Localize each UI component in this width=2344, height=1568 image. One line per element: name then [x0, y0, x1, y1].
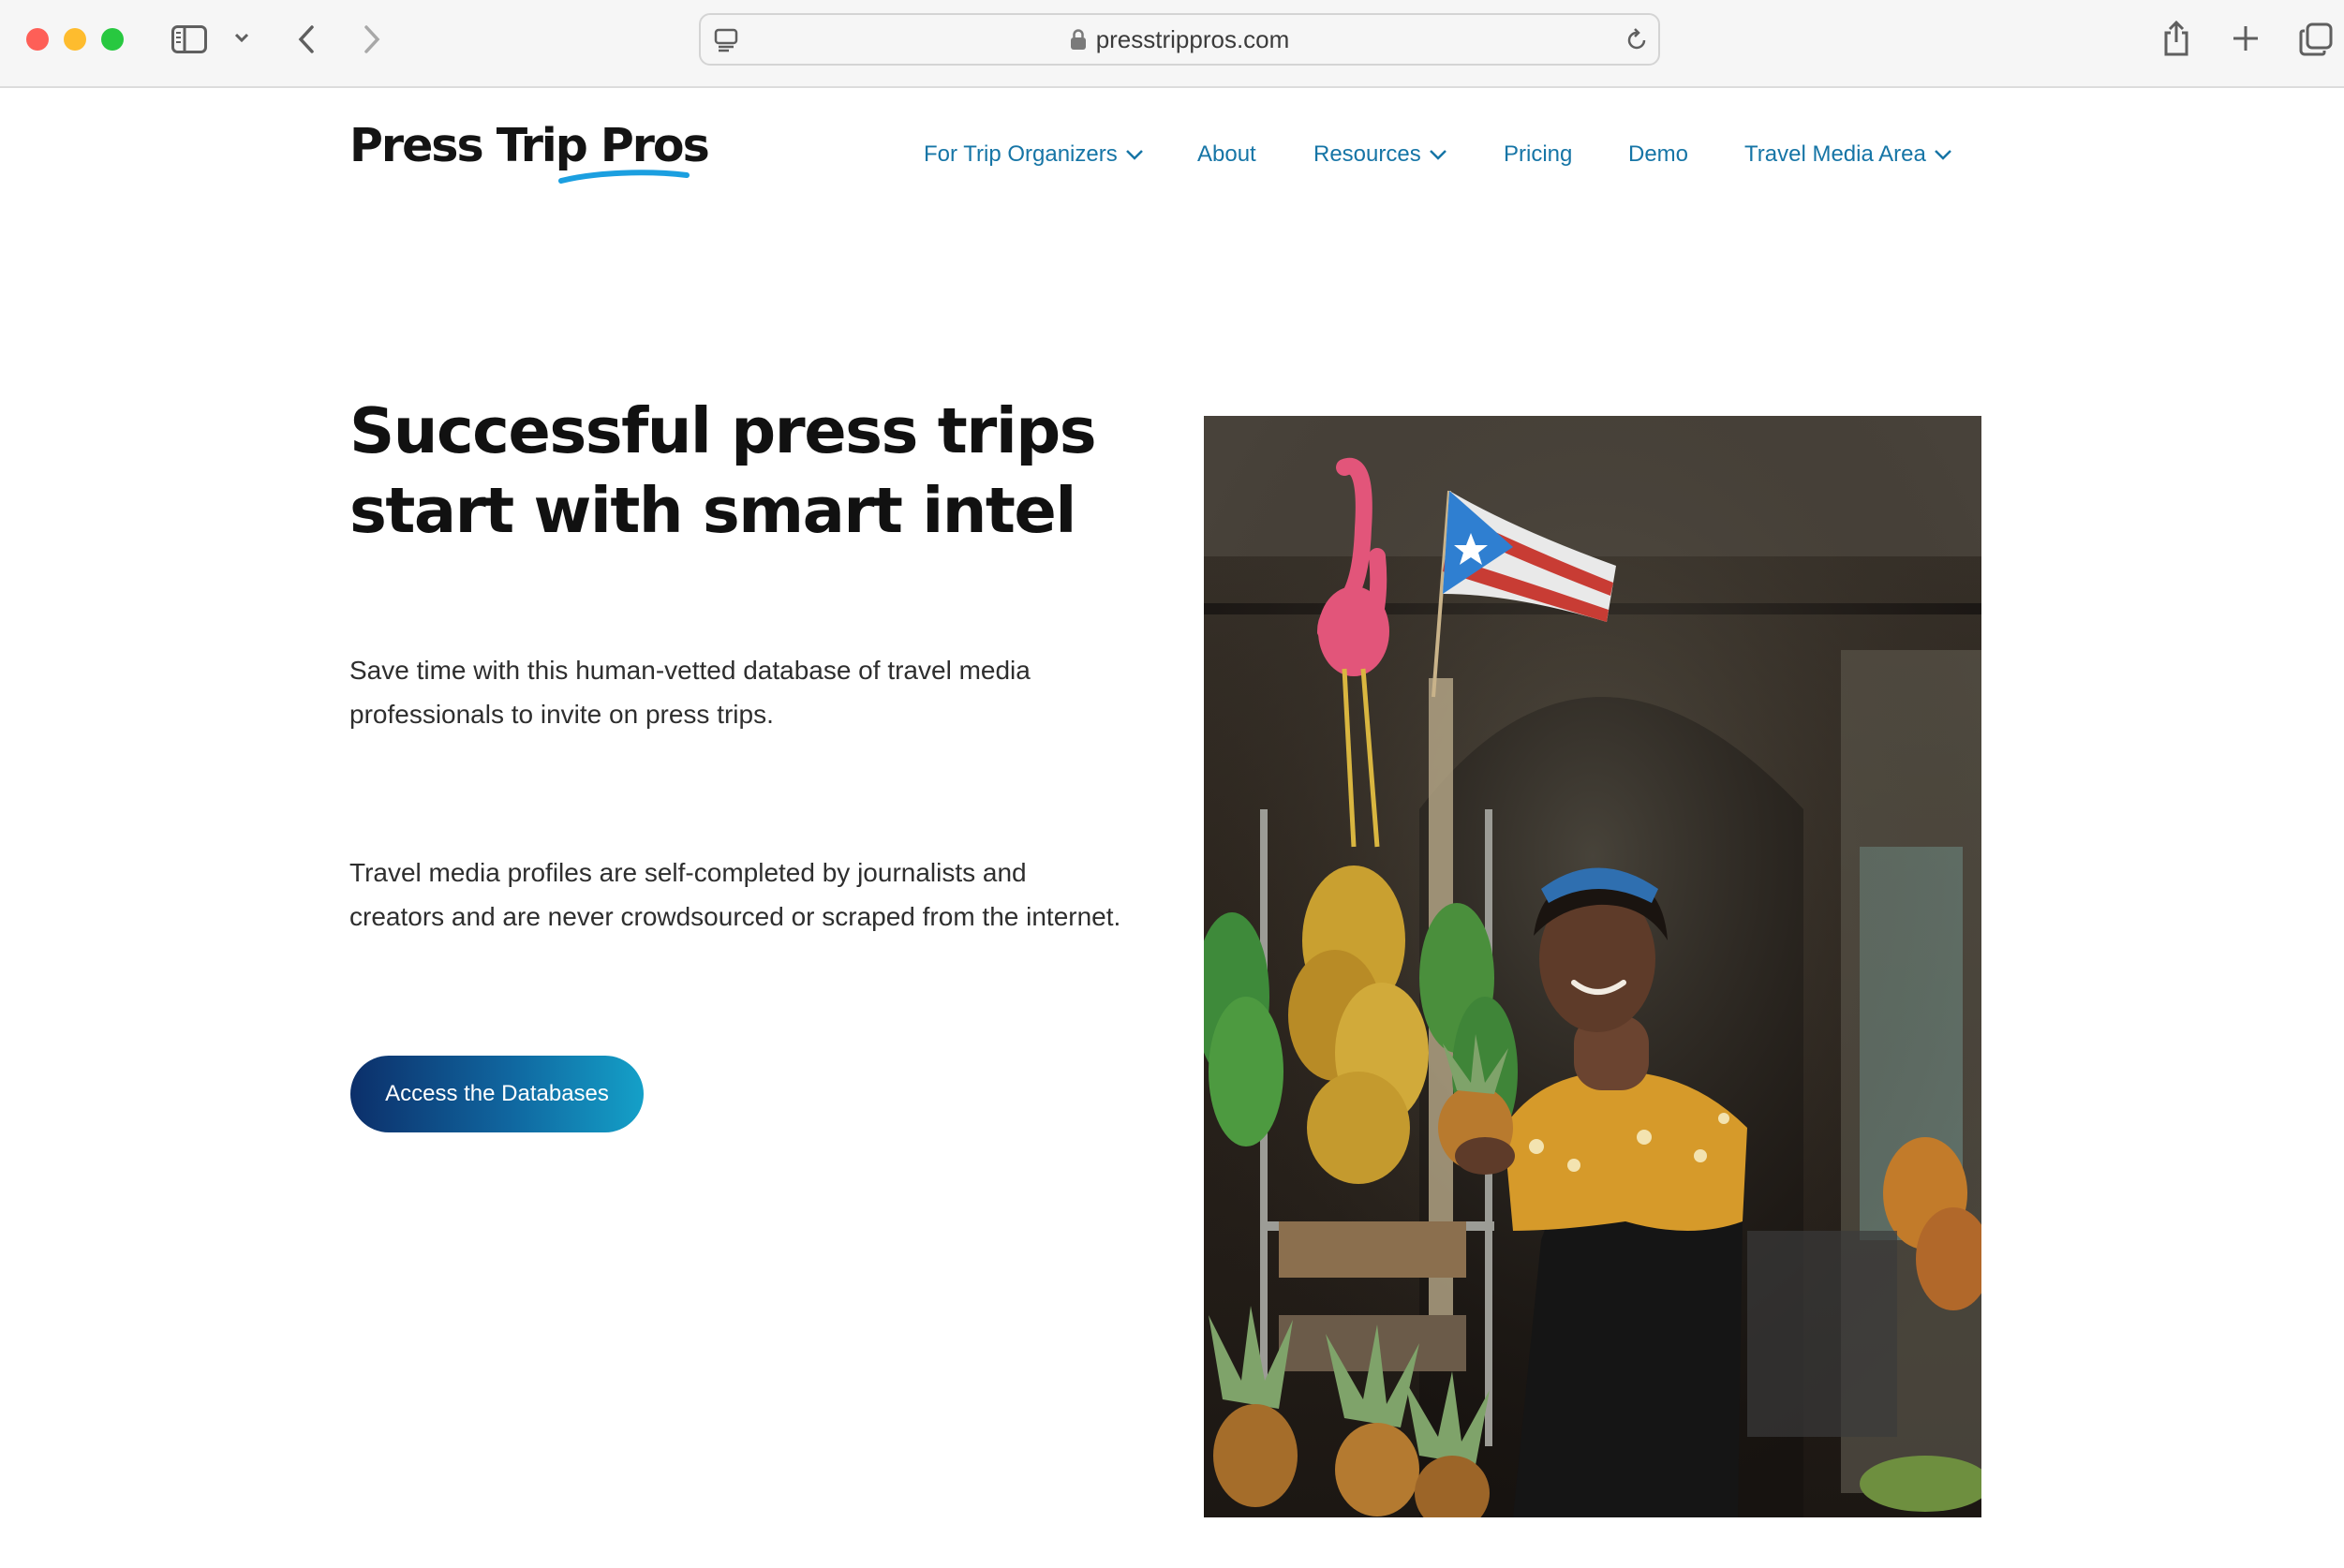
hero-profiles-note-line-2: creators and are never crowdsourced or s…: [349, 902, 1121, 931]
close-window-button[interactable]: [26, 28, 49, 51]
nav-label: Resources: [1313, 141, 1421, 167]
nav-label: Pricing: [1504, 141, 1573, 167]
url-text: presstrippros.com: [1095, 25, 1290, 53]
chevron-down-icon: [1125, 150, 1143, 160]
logo-underline-swoosh: [558, 170, 690, 184]
hero-profiles-note: Travel media profiles are self-completed…: [349, 851, 1155, 939]
address-bar[interactable]: presstrippros.com: [699, 13, 1660, 66]
site-logo[interactable]: Press Trip Pros: [349, 118, 710, 185]
hero-title-line-2: start with smart intel: [349, 474, 1076, 547]
nav-label: Demo: [1628, 141, 1689, 167]
new-tab-icon[interactable]: [2230, 22, 2262, 54]
hero-title: Successful press trips start with smart …: [349, 392, 1099, 551]
url-field[interactable]: presstrippros.com: [701, 15, 1658, 64]
nav-label: About: [1197, 141, 1256, 167]
hero-description-line-1: Save time with this human-vetted databas…: [349, 656, 1031, 685]
access-databases-button[interactable]: Access the Databases: [350, 1056, 644, 1132]
share-icon[interactable]: [2160, 17, 2192, 60]
hero-profiles-note-line-1: Travel media profiles are self-completed…: [349, 858, 1027, 887]
nav-pricing[interactable]: Pricing: [1504, 139, 1572, 170]
nav-demo[interactable]: Demo: [1628, 139, 1688, 170]
hero-description: Save time with this human-vetted databas…: [349, 648, 1155, 736]
forward-icon[interactable]: [358, 21, 386, 58]
nav-for-trip-organizers[interactable]: For Trip Organizers: [924, 139, 1144, 170]
zoom-window-button[interactable]: [101, 28, 124, 51]
sidebar-icon[interactable]: [171, 21, 208, 58]
logo-text: Press Trip Pros: [349, 119, 710, 172]
chevron-down-icon[interactable]: [232, 28, 251, 47]
hero-title-line-1: Successful press trips: [349, 394, 1097, 467]
hero-description-line-2: professionals to invite on press trips.: [349, 700, 774, 729]
chevron-down-icon: [1934, 150, 1951, 160]
chevron-down-icon: [1429, 150, 1446, 160]
nav-resources[interactable]: Resources: [1313, 139, 1447, 170]
nav-about[interactable]: About: [1197, 139, 1256, 170]
reload-icon[interactable]: [1623, 26, 1651, 54]
lock-icon: [1070, 18, 1087, 67]
nav-label: For Trip Organizers: [924, 141, 1118, 167]
browser-toolbar: presstrippros.com: [0, 0, 2344, 88]
tabs-overview-icon[interactable]: [2297, 21, 2335, 58]
nav-label: Travel Media Area: [1744, 141, 1926, 167]
hero-photo: [1204, 416, 1981, 1517]
minimize-window-button[interactable]: [64, 28, 86, 51]
back-icon[interactable]: [292, 21, 320, 58]
nav-travel-media-area[interactable]: Travel Media Area: [1744, 139, 1952, 170]
